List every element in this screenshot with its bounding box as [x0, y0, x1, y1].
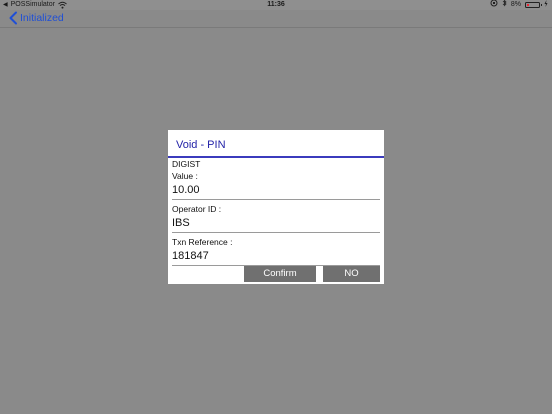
section-label: DIGIST: [172, 159, 201, 169]
status-bar: ◀ POSSimulator 11:36 8%: [0, 0, 552, 10]
back-button-label: Initialized: [20, 12, 64, 24]
status-time: 11:36: [267, 1, 285, 8]
txn-reference-label: Txn Reference :: [172, 237, 233, 247]
operator-id-label: Operator ID :: [172, 204, 222, 214]
operator-id-divider: [172, 232, 380, 233]
void-pin-dialog: Void - PIN DIGIST Value : 10.00 Operator…: [168, 130, 384, 284]
operator-id-field: IBS: [172, 217, 190, 229]
battery-level-fill: [527, 4, 529, 6]
txn-reference-field: 181847: [172, 250, 209, 262]
value-field: 10.00: [172, 184, 200, 196]
back-button[interactable]: Initialized: [8, 11, 64, 25]
nav-divider: [0, 27, 552, 28]
confirm-button[interactable]: Confirm: [244, 266, 316, 282]
battery-icon: [525, 2, 542, 8]
battery-percent: 8%: [510, 1, 521, 8]
value-divider: [172, 199, 380, 200]
charging-icon: [544, 0, 548, 11]
dialog-title-divider: [168, 156, 384, 158]
dialog-title: Void - PIN: [176, 139, 226, 151]
status-right: 8%: [490, 0, 548, 10]
chevron-left-icon: [8, 11, 18, 25]
value-label: Value :: [172, 171, 198, 181]
navigation-bar: Initialized: [0, 10, 552, 27]
no-button[interactable]: NO: [323, 266, 380, 282]
